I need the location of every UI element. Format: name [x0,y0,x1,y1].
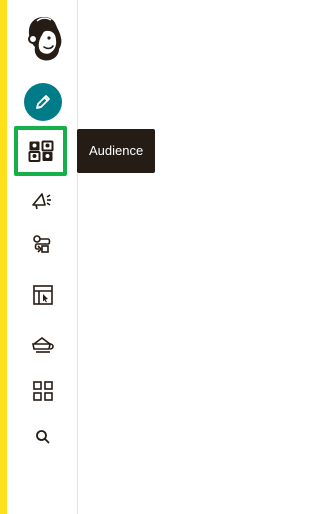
create-button[interactable] [24,83,62,121]
grid-icon [33,381,53,401]
mailchimp-logo-icon[interactable] [24,13,64,63]
nav-item-audience[interactable] [14,126,67,176]
nav-item-content[interactable] [15,318,71,368]
nav-item-website[interactable] [15,270,71,320]
nav-item-integrations[interactable] [15,366,71,416]
audience-tooltip: Audience [77,129,156,173]
search-icon [36,430,50,444]
audience-icon [28,140,53,162]
nav-item-search[interactable] [15,412,71,462]
website-cursor-icon [33,285,53,305]
brand-accent-strip [0,0,7,514]
nav-item-campaigns[interactable] [15,176,71,226]
pencil-icon [36,95,50,109]
automation-flow-icon [33,235,51,253]
content-studio-icon [32,337,54,353]
side-navigation-rail [7,0,78,514]
nav-item-automations[interactable] [15,220,71,270]
app-window: Audience [0,0,272,514]
megaphone-icon [32,193,51,210]
